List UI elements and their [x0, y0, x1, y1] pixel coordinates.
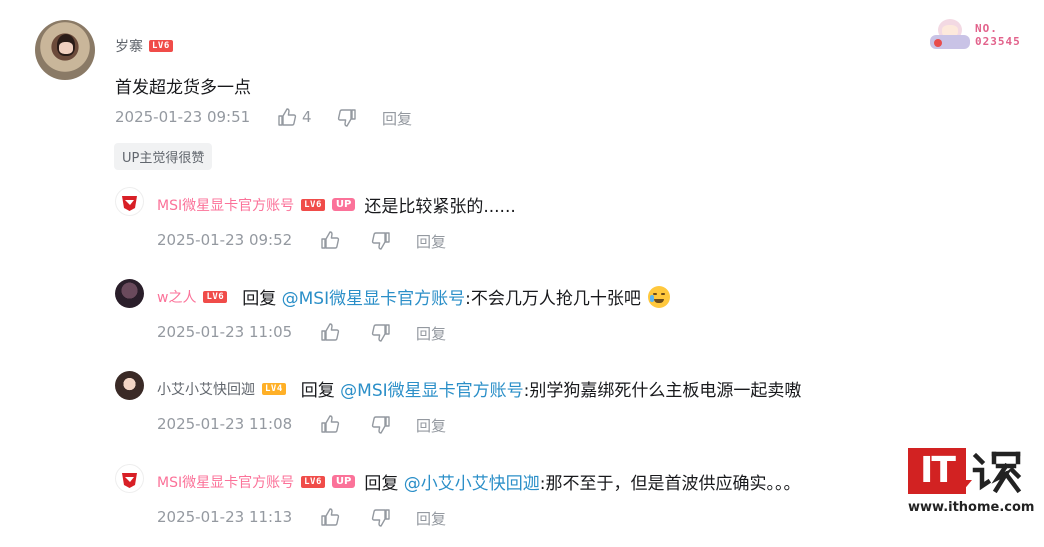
thumbs-down-icon — [371, 509, 390, 527]
like-button[interactable] — [320, 230, 340, 250]
level-badge: LV6 — [203, 290, 228, 303]
mention-link[interactable]: @小艾小艾快回迦 — [404, 474, 540, 494]
reply-button[interactable]: 回复 — [382, 108, 412, 129]
fan-badge: NO. 023545 — [975, 22, 1021, 48]
reply-header: MSI微星显卡官方账号 LV6 UP 还是比较紧张的...... — [157, 192, 516, 217]
reply-prefix: 回复 — [364, 474, 404, 494]
reply-body: :不会几万人抢几十张吧 — [465, 289, 641, 309]
up-liked-tag: UP主觉得很赞 — [114, 143, 213, 170]
reply-prefix: 回复 — [242, 289, 282, 309]
thumbs-up-icon — [321, 415, 340, 433]
up-badge: UP — [331, 475, 356, 488]
logo-corner — [962, 480, 972, 492]
thumbs-down-icon — [371, 324, 390, 342]
thumbs-up-icon — [321, 323, 340, 341]
reply-header: w之人 LV6 回复 @MSI微星显卡官方账号:不会几万人抢几十张吧 — [157, 284, 670, 309]
level-badge: LV6 — [301, 198, 325, 211]
thumbs-up-icon — [321, 231, 340, 249]
username[interactable]: MSI微星显卡官方账号 — [157, 195, 294, 215]
reply-time: 2025-01-23 11:08 — [157, 415, 293, 433]
like-count: 4 — [302, 108, 312, 126]
avatar[interactable] — [115, 187, 144, 216]
avatar[interactable] — [115, 464, 144, 493]
username[interactable]: 小艾小艾快回迦 — [157, 379, 255, 399]
thumbs-up-icon — [278, 108, 297, 126]
username[interactable]: 岁寨 — [115, 36, 143, 56]
like-button[interactable] — [320, 322, 340, 342]
avatar[interactable] — [115, 371, 144, 400]
thumbs-down-icon — [371, 416, 390, 434]
comment-text: 首发超龙货多一点 — [115, 78, 251, 98]
reply-button[interactable]: 回复 — [416, 508, 446, 529]
reply-button[interactable]: 回复 — [416, 323, 446, 344]
avatar[interactable] — [35, 20, 95, 80]
level-badge: LV6 — [301, 475, 325, 488]
reply-text: 回复 @小艾小艾快回迦:那不至于，但是首波供应确实。。。 — [364, 469, 800, 494]
reply-text: 还是比较紧张的...... — [364, 197, 516, 217]
reply-body: :别学狗嘉绑死什么主板电源一起卖嗷 — [523, 381, 802, 401]
ithome-logo-glyph — [972, 451, 1022, 494]
thumbs-up-icon — [321, 508, 340, 526]
dislike-button[interactable] — [371, 508, 391, 528]
dislike-button[interactable] — [337, 108, 357, 128]
msi-dragon-icon — [122, 196, 137, 211]
reply-text: 回复 @MSI微星显卡官方账号:不会几万人抢几十张吧 — [242, 284, 641, 309]
fan-badge-number: 023545 — [975, 35, 1021, 48]
reply-time: 2025-01-23 11:13 — [157, 508, 293, 526]
like-button[interactable] — [320, 507, 340, 527]
mention-link[interactable]: @MSI微星显卡官方账号 — [282, 289, 465, 309]
reply-time: 2025-01-23 11:05 — [157, 323, 293, 341]
like-button[interactable] — [277, 107, 297, 127]
dislike-button[interactable] — [371, 415, 391, 435]
reply-header: 小艾小艾快回迦 LV4 回复 @MSI微星显卡官方账号:别学狗嘉绑死什么主板电源… — [157, 376, 801, 401]
reply-button[interactable]: 回复 — [416, 231, 446, 252]
thumbs-down-icon — [337, 109, 356, 127]
reply-prefix: 回复 — [300, 381, 341, 401]
like-button[interactable] — [320, 414, 340, 434]
level-badge: LV4 — [262, 382, 286, 395]
fan-badge-image — [928, 17, 972, 51]
reply-header: MSI微星显卡官方账号 LV6 UP 回复 @小艾小艾快回迦:那不至于，但是首波… — [157, 469, 800, 494]
fan-badge-no: NO. — [975, 22, 998, 35]
reply-body: :那不至于，但是首波供应确实。。。 — [539, 474, 801, 494]
ithome-logo: IT — [908, 448, 966, 494]
reply-button[interactable]: 回复 — [416, 415, 446, 436]
reply-text: 回复 @MSI微星显卡官方账号:别学狗嘉绑死什么主板电源一起卖嗷 — [301, 376, 802, 401]
reply-time: 2025-01-23 09:52 — [157, 231, 293, 249]
level-badge: LV6 — [149, 40, 173, 52]
ithome-site: www.ithome.com — [908, 500, 1035, 515]
dislike-button[interactable] — [371, 323, 391, 343]
avatar[interactable] — [115, 279, 144, 308]
up-badge: UP — [331, 198, 356, 211]
crying-emoji-icon — [647, 285, 670, 308]
dislike-button[interactable] — [371, 231, 391, 251]
msi-dragon-icon — [122, 473, 137, 488]
comment-time: 2025-01-23 09:51 — [115, 108, 251, 126]
mention-link[interactable]: @MSI微星显卡官方账号 — [340, 381, 523, 401]
thumbs-down-icon — [371, 232, 390, 250]
comment-header: 岁寨 LV6 — [115, 36, 173, 56]
username[interactable]: MSI微星显卡官方账号 — [157, 472, 294, 492]
username[interactable]: w之人 — [157, 287, 196, 307]
